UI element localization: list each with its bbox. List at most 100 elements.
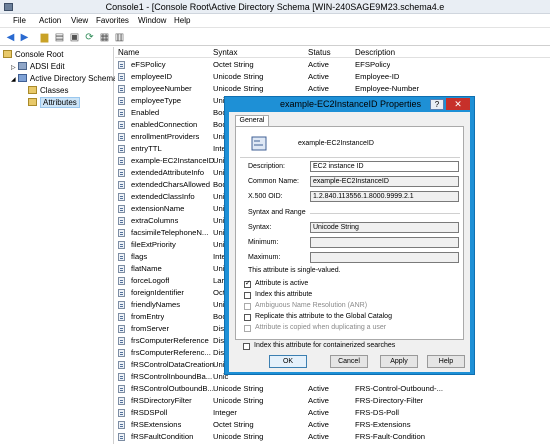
tree-item-attributes[interactable]: Attributes [28,97,80,108]
menu-view[interactable]: View [71,16,88,25]
attribute-active-checkbox[interactable] [244,279,251,288]
table-row[interactable]: fRSFaultCondition Unicode String Active FRS… [115,431,550,444]
attribute-row-icon [118,385,125,393]
containerized-index-checkbox[interactable] [243,343,250,350]
tree-item-classes[interactable]: Classes [28,85,68,96]
attribute-row-icon [118,61,125,69]
export-icon[interactable]: ⟳ [83,31,96,43]
table-row[interactable]: employeeID Unicode String Active Employee-I… [115,71,550,84]
general-page: example-EC2InstanceID Description: EC2 i… [235,126,464,340]
row-syntax: Unicode String [213,396,264,405]
apply-button[interactable]: Apply [380,355,418,368]
row-name: fRSControlInboundBa... [131,372,213,381]
row-name: extensionName [131,204,185,213]
menu-favorites[interactable]: Favorites [96,16,129,25]
row-name: fRSControlOutboundB... [131,384,214,393]
column-header-description[interactable]: Description [355,48,395,57]
attribute-row-icon [118,181,125,189]
properties-icon[interactable]: ▤ [53,31,66,43]
attribute-row-icon [118,337,125,345]
menu-help[interactable]: Help [174,16,190,25]
tree-item-console-root[interactable]: Console Root [3,49,63,60]
table-row[interactable]: eFSPolicy Octet String Active EFSPolicy [115,59,550,72]
attribute-row-icon [118,121,125,129]
help-icon[interactable]: ▦ [98,31,111,43]
index-attribute-checkbox[interactable] [244,292,251,299]
folder-icon [3,50,12,58]
menu-window[interactable]: Window [138,16,166,25]
row-name: extendedCharsAllowed [131,180,211,189]
row-syntax: Unicode String [213,432,264,441]
ok-button[interactable]: OK [269,355,307,368]
attribute-row-icon [118,73,125,81]
dialog-close-button[interactable]: ✕ [446,98,470,110]
row-name: fRSDirectoryFilter [131,396,192,405]
row-syntax: Unicode String [213,384,264,393]
row-description: EFSPolicy [355,60,391,69]
forward-icon[interactable]: ▶ [18,31,31,43]
table-row[interactable]: fRSControlOutboundB... Unicode String Acti… [115,383,550,396]
row-name: employeeNumber [131,84,192,93]
column-header-syntax[interactable]: Syntax [213,48,237,57]
tree-label: Classes [40,86,69,95]
attribute-row-icon [118,349,125,357]
table-row[interactable]: employeeNumber Unicode String Active Employ… [115,83,550,96]
menu-action[interactable]: Action [39,16,61,25]
expand-icon[interactable]: ▷ [11,65,16,71]
row-status: Active [308,432,329,441]
row-name: frsComputerReference [131,336,209,345]
row-name: entryTTL [131,144,162,153]
tree-item-adsi-edit[interactable]: ▷ ADSI Edit [11,61,65,72]
row-name: fRSDSPoll [131,408,168,417]
row-name: fRSExtensions [131,420,182,429]
attribute-row-icon [118,205,125,213]
attribute-row-icon [118,229,125,237]
attribute-icon [251,136,267,151]
description-label: Description: [248,163,285,170]
row-status: Active [308,84,329,93]
back-icon[interactable]: ◀ [4,31,17,43]
collapse-icon[interactable]: ◢ [11,77,16,83]
attribute-name: example-EC2InstanceID [298,140,374,147]
attribute-row-icon [118,157,125,165]
tree-item-ad-schema[interactable]: ◢ Active Directory Schema [11,73,117,84]
row-description: FRS-Directory-Filter [355,396,424,405]
view-icon[interactable]: ▥ [113,31,126,43]
folder-icon [28,98,37,106]
cancel-button[interactable]: Cancel [330,355,368,368]
refresh-icon[interactable]: ▣ [68,31,81,43]
attribute-row-icon [118,313,125,321]
row-syntax: Octet String [213,60,254,69]
column-header-name[interactable]: Name [118,48,139,57]
attribute-row-icon [118,433,125,441]
row-description: Employee-Number [355,84,420,93]
dialog-help-button[interactable]: ? [430,99,444,110]
attribute-row-icon [118,241,125,249]
attribute-row-icon [118,325,125,333]
row-syntax: Lar [213,276,225,285]
table-row[interactable]: fRSDirectoryFilter Unicode String Active FR… [115,395,550,408]
replicate-gc-label: Replicate this attribute to the Global C… [255,313,392,320]
attribute-row-icon [118,109,125,117]
tab-general[interactable]: General [235,115,269,126]
attribute-row-icon [118,409,125,417]
common-name-label: Common Name: [248,178,299,185]
column-header-status[interactable]: Status [308,48,331,57]
copied-duplicating-checkbox [244,325,251,332]
schema-icon [17,74,27,82]
row-name: enrollmentProviders [131,132,200,141]
replicate-gc-checkbox[interactable] [244,314,251,321]
dialog-body: General example-EC2InstanceID Descriptio… [229,112,470,372]
row-syntax: Unicode String [213,84,264,93]
folder-icon [28,86,37,94]
tree-label: Attributes [40,97,80,108]
help-button[interactable]: Help [427,355,465,368]
menu-file[interactable]: File [13,16,26,25]
description-field[interactable]: EC2 instance ID [310,161,459,172]
row-name: fRSFaultCondition [131,432,194,441]
table-row[interactable]: fRSDSPoll Integer Active FRS-DS-Poll [115,407,550,420]
attribute-row-icon [118,169,125,177]
table-row[interactable]: fRSExtensions Octet String Active FRS-Exten… [115,419,550,432]
attribute-row-icon [118,397,125,405]
folder-up-icon[interactable]: ▆ [38,31,51,43]
